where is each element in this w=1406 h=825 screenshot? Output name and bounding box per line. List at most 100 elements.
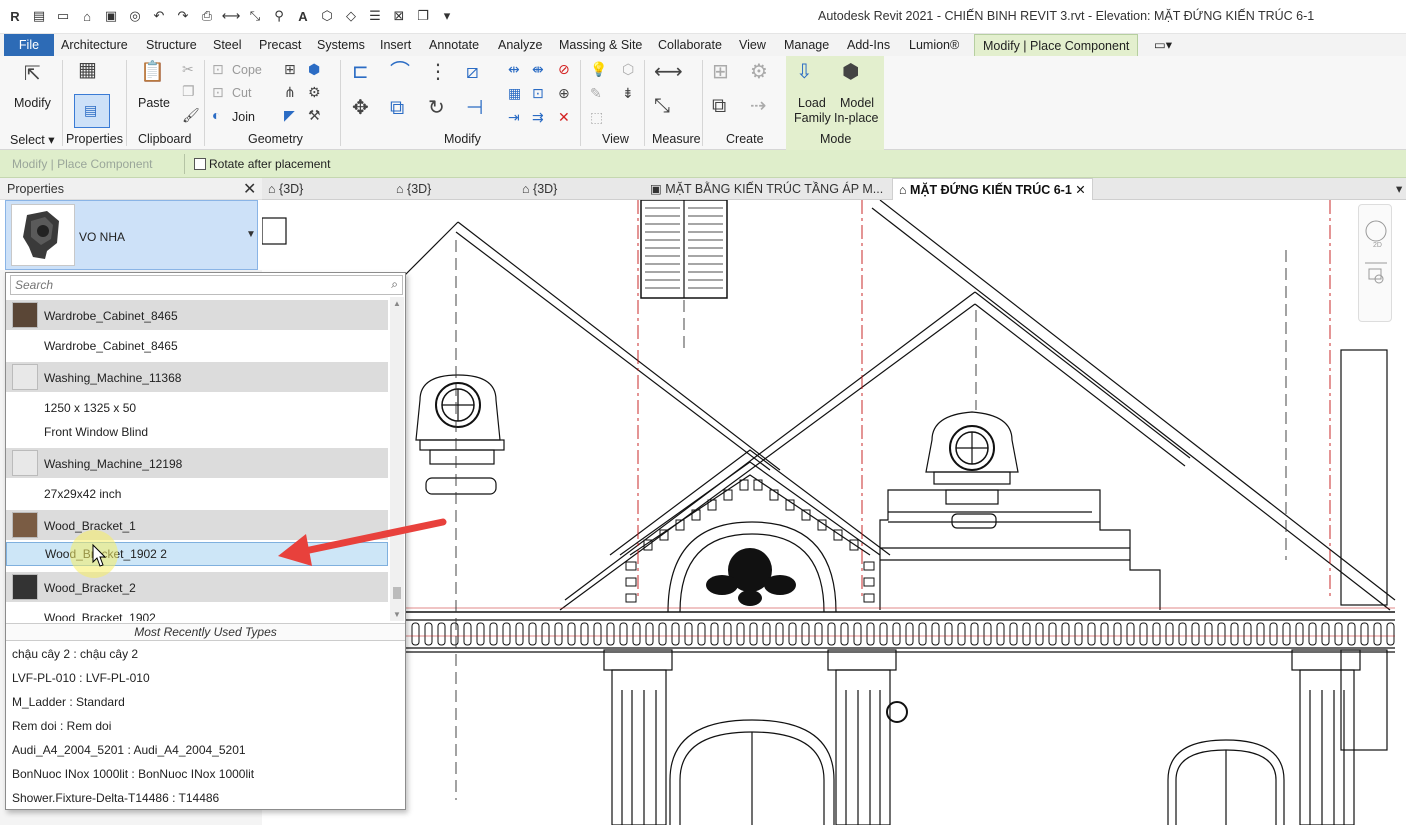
tab-collaborate[interactable]: Collaborate [658, 34, 722, 56]
list-item[interactable]: 27x29x42 inch [6, 479, 388, 509]
chevron-down-icon[interactable]: ▼ [246, 229, 256, 240]
tab-add-ins[interactable]: Add-Ins [847, 34, 890, 56]
tab-architecture[interactable]: Architecture [61, 34, 128, 56]
section-icon[interactable]: ◇ [342, 6, 360, 26]
array-icon[interactable]: ▦ [508, 86, 521, 100]
tab-3d-view-3[interactable]: ⌂ {3D} [522, 178, 557, 200]
list-item[interactable]: Wardrobe_Cabinet_8465 [6, 300, 388, 330]
close-tab-icon[interactable]: ✕ [1075, 183, 1085, 197]
demolish-icon[interactable]: ⚙ [308, 85, 321, 99]
type-properties-icon[interactable]: ▦ [78, 60, 97, 80]
mirror-draw-icon[interactable]: ⧄ [466, 62, 479, 82]
paste-icon[interactable]: 📋 [140, 62, 165, 82]
mru-item[interactable]: Rem doi : Rem doi [12, 719, 111, 733]
mirror-axis-icon[interactable]: ⋮ [428, 62, 448, 82]
trim-icon[interactable]: ⊣ [466, 98, 483, 118]
load-family-button-line2[interactable]: Family [794, 111, 831, 125]
tab-systems[interactable]: Systems [317, 34, 365, 56]
select-dropdown[interactable]: Select ▾ [10, 132, 55, 147]
load-family-button-line1[interactable]: Load [798, 96, 826, 110]
rotate-after-placement-checkbox[interactable] [194, 158, 206, 170]
mru-item[interactable]: M_Ladder : Standard [12, 695, 125, 709]
type-selector[interactable]: VO NHA ▼ [5, 200, 258, 270]
mru-item[interactable]: BonNuoc INox 1000lit : BonNuoc INox 1000… [12, 767, 254, 781]
tabs-overflow-icon[interactable]: ▾ [1396, 178, 1402, 200]
tab-massing-site[interactable]: Massing & Site [559, 34, 642, 56]
ribbon-display-toggle-icon[interactable]: ▭▾ [1154, 34, 1172, 56]
modify-arrow-icon[interactable]: ⇱ [24, 64, 41, 84]
revit-logo[interactable]: R [6, 6, 24, 26]
tab-modify-place-component[interactable]: Modify | Place Component [974, 34, 1139, 56]
trim-extend-icon[interactable]: ⇥ [508, 110, 520, 124]
dimension-icon[interactable]: ⤡ [246, 6, 264, 26]
tab-steel[interactable]: Steel [213, 34, 242, 56]
split-icon[interactable]: ⇹ [508, 62, 520, 76]
list-item[interactable]: Washing_Machine_12198 [6, 448, 388, 478]
sync-icon[interactable]: ◎ [126, 6, 144, 26]
cope-icon[interactable]: ⊡ [212, 62, 224, 76]
aligned-dimension-icon[interactable]: ⤡ [654, 96, 670, 116]
offset-icon[interactable]: ⌒ [390, 62, 410, 82]
pin-icon[interactable]: ⊕ [558, 86, 570, 100]
modify-button[interactable]: Modify [14, 96, 51, 110]
paint-view-icon[interactable]: ⬚ [590, 110, 603, 124]
measure-between-icon[interactable]: ⟷ [654, 62, 683, 82]
mru-item[interactable]: Audi_A4_2004_5201 : Audi_A4_2004_5201 [12, 743, 246, 757]
model-inplace-button-line1[interactable]: Model [840, 96, 874, 110]
delete-icon[interactable]: ✕ [558, 110, 570, 124]
scroll-down-icon[interactable]: ▼ [393, 610, 401, 619]
close-icon[interactable]: ✕ [243, 179, 256, 199]
split-gap-icon[interactable]: ⇼ [532, 62, 544, 76]
load-family-icon[interactable]: ⇩ [796, 62, 813, 82]
mru-item[interactable]: Shower.Fixture-Delta-T14486 : T14486 [12, 791, 219, 805]
cope-button[interactable]: Cope [232, 63, 262, 77]
list-scrollbar[interactable]: ▲ ▼ [390, 297, 404, 621]
model-inplace-icon[interactable]: ⬢ [842, 62, 859, 82]
open-icon[interactable]: ⌂ [78, 6, 96, 26]
list-item-selected[interactable]: Wood_Bracket_1902 2 [6, 542, 388, 566]
tab-file[interactable]: File [4, 34, 54, 56]
redo-icon[interactable]: ↷ [174, 6, 192, 26]
linework-icon[interactable]: ✎ [590, 86, 602, 100]
search-input[interactable] [15, 277, 375, 293]
search-box[interactable]: ⌕ [10, 275, 403, 295]
tab-view[interactable]: View [739, 34, 766, 56]
save-icon[interactable]: ▣ [102, 6, 120, 26]
recent-files-icon[interactable]: ▤ [30, 6, 48, 26]
tab-lumion[interactable]: Lumion® [909, 34, 959, 56]
list-item[interactable]: Wood_Bracket_2 [6, 572, 388, 602]
create-group-icon[interactable]: ⧉ [712, 96, 726, 116]
join-icon[interactable]: ◐ [212, 108, 220, 122]
tab-3d-view-1[interactable]: ⌂ {3D} [268, 178, 303, 200]
measure-icon[interactable]: ⟷ [222, 6, 241, 26]
cut-icon[interactable]: ✂ [182, 62, 194, 76]
close-hidden-icon[interactable]: ⊠ [390, 6, 408, 26]
tag-icon[interactable]: ⚲ [270, 6, 288, 26]
properties-toggle-button[interactable]: ▤ [74, 94, 110, 128]
create-similar-icon[interactable]: ⇢ [750, 96, 767, 116]
tab-3d-view-2[interactable]: ⌂ {3D} [396, 178, 431, 200]
unpin-icon[interactable]: ⊘ [558, 62, 570, 76]
cut-geometry-button[interactable]: Cut [232, 86, 251, 100]
thin-lines-icon[interactable]: ☰ [366, 6, 384, 26]
create-assembly-icon[interactable]: ⊞ [712, 62, 729, 82]
beam-join-icon[interactable]: ◤ [284, 108, 295, 122]
join-button[interactable]: Join [232, 110, 255, 124]
tab-floor-plan[interactable]: ▣ MẶT BẰNG KIẾN TRÚC TẦNG ÁP M... [650, 178, 883, 200]
view-filter-icon[interactable]: ⇟ [622, 86, 634, 100]
list-item[interactable]: Washing_Machine_11368 [6, 362, 388, 392]
tab-insert[interactable]: Insert [380, 34, 411, 56]
trim-multi-icon[interactable]: ⇉ [532, 110, 544, 124]
tab-manage[interactable]: Manage [784, 34, 829, 56]
copy-icon[interactable]: ❐ [182, 84, 195, 98]
paste-button[interactable]: Paste [138, 96, 170, 110]
copy-element-icon[interactable]: ⧉ [390, 98, 404, 118]
wall-joins-icon[interactable]: ⋔ [284, 85, 296, 99]
new-file-icon[interactable]: ▭ [54, 6, 72, 26]
list-item[interactable]: Wood_Bracket_1902 [6, 603, 388, 621]
undo-icon[interactable]: ↶ [150, 6, 168, 26]
align-icon[interactable]: ⊏ [352, 62, 369, 82]
mru-item[interactable]: chậu cây 2 : chậu cây 2 [12, 647, 138, 661]
list-item[interactable]: Wood_Bracket_1 [6, 510, 388, 540]
create-parts-icon[interactable]: ⚙ [750, 62, 768, 82]
